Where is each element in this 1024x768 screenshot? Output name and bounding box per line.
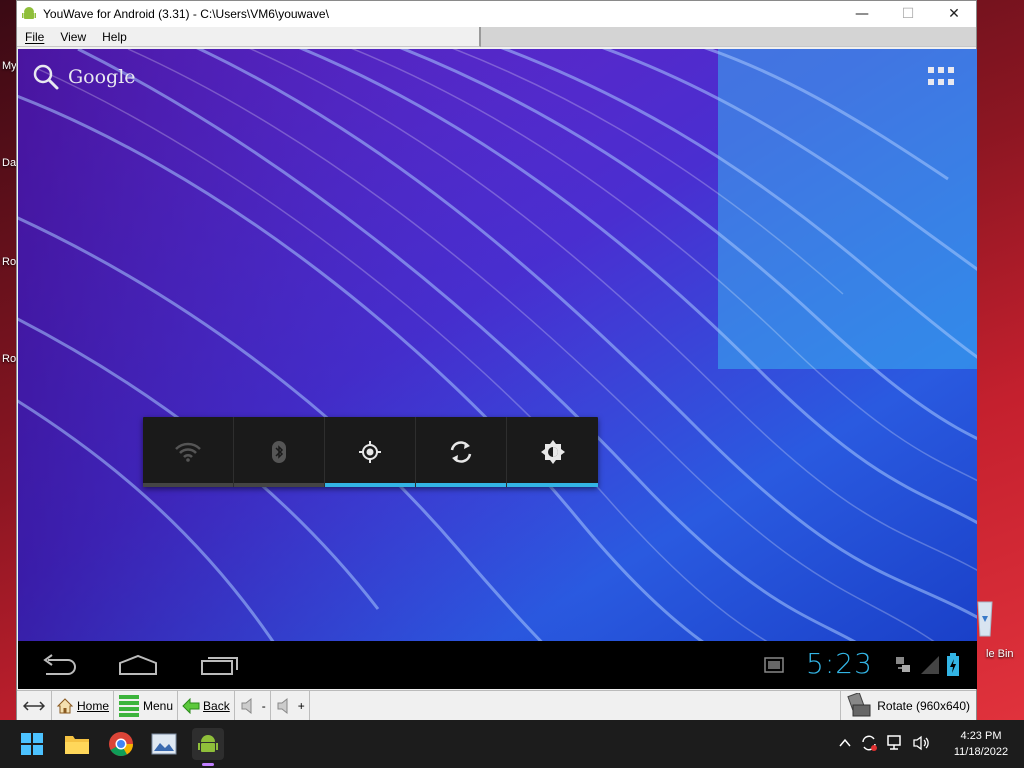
active-app-indicator bbox=[202, 763, 214, 766]
menu-button[interactable]: Menu bbox=[114, 690, 179, 721]
menu-items: File View Help bbox=[17, 27, 481, 47]
taskbar-time: 4:23 PM bbox=[960, 730, 1002, 742]
signal-strength-icon bbox=[921, 656, 939, 674]
google-search-label: Google bbox=[68, 66, 136, 88]
auto-rotate-toggle[interactable] bbox=[416, 417, 507, 487]
wallpaper bbox=[18, 49, 977, 641]
close-button[interactable]: ✕ bbox=[931, 1, 977, 27]
taskbar-clock[interactable]: 4:23 PM 11/18/2022 bbox=[944, 728, 1018, 760]
gps-toggle[interactable] bbox=[325, 417, 416, 487]
resize-arrows-icon bbox=[23, 700, 45, 711]
bluetooth-icon bbox=[272, 441, 286, 463]
maximize-button[interactable]: ☐ bbox=[885, 1, 931, 27]
chevron-up-icon[interactable] bbox=[838, 736, 852, 750]
start-button[interactable] bbox=[16, 728, 48, 760]
status-clock: 5:23 bbox=[806, 647, 873, 680]
quick-settings-widget bbox=[143, 417, 598, 487]
network-icon[interactable] bbox=[886, 734, 904, 752]
network-sync-icon bbox=[896, 657, 910, 672]
youwave-taskbar-button[interactable] bbox=[192, 728, 224, 766]
back-button-label: Back bbox=[203, 698, 230, 713]
android-app-icon bbox=[22, 7, 36, 19]
menu-button-label: Menu bbox=[143, 698, 174, 713]
home-button-label: Home bbox=[77, 698, 110, 713]
chrome-icon bbox=[109, 732, 133, 757]
rotate-button[interactable]: Rotate (960x640) bbox=[840, 691, 976, 721]
volume-icon[interactable] bbox=[912, 734, 930, 752]
menu-bar-filler bbox=[481, 27, 976, 47]
youwave-window: YouWave for Android (3.31) - C:\Users\VM… bbox=[16, 0, 977, 721]
title-bar[interactable]: YouWave for Android (3.31) - C:\Users\VM… bbox=[17, 1, 976, 27]
all-apps-icon[interactable] bbox=[928, 67, 954, 87]
home-icon bbox=[119, 654, 157, 675]
desktop-icon-label[interactable]: Ro bbox=[2, 256, 16, 268]
menu-view[interactable]: View bbox=[52, 30, 94, 44]
android-back-button[interactable] bbox=[36, 649, 80, 681]
android-screen[interactable]: Google 5:23 bbox=[18, 49, 977, 689]
home-icon bbox=[56, 697, 74, 713]
resize-button[interactable] bbox=[17, 690, 52, 721]
search-icon bbox=[33, 64, 59, 90]
recent-apps-icon bbox=[201, 657, 238, 675]
rotate-device-icon bbox=[847, 693, 871, 717]
picture-icon bbox=[151, 733, 177, 755]
wifi-state-bar bbox=[143, 483, 233, 487]
gps-icon bbox=[359, 441, 381, 463]
taskbar-date: 11/18/2022 bbox=[953, 746, 1009, 758]
emulator-toolbar: Home Menu Back - + Rotate (960x640) bbox=[17, 690, 976, 721]
windows-logo-icon bbox=[21, 733, 43, 755]
volume-down-button[interactable]: - bbox=[235, 690, 271, 721]
sync-rotate-icon bbox=[450, 441, 472, 463]
volume-down-label: - bbox=[261, 698, 266, 713]
home-button[interactable]: Home bbox=[52, 690, 115, 721]
photos-app-button[interactable] bbox=[148, 728, 180, 760]
brightness-icon bbox=[540, 440, 565, 464]
volume-up-button[interactable]: + bbox=[271, 690, 310, 721]
android-recents-button[interactable] bbox=[198, 649, 242, 681]
screenshot-notification-icon[interactable] bbox=[764, 657, 784, 673]
chrome-button[interactable] bbox=[105, 728, 137, 760]
auto-rotate-state-bar bbox=[416, 483, 506, 487]
system-tray bbox=[838, 734, 930, 752]
wifi-toggle[interactable] bbox=[143, 417, 234, 487]
desktop-icon-label[interactable]: Da bbox=[2, 157, 16, 169]
android-icon bbox=[198, 735, 218, 752]
back-arrow-icon bbox=[43, 654, 76, 675]
battery-charging-icon bbox=[947, 653, 959, 676]
desktop-icon-label[interactable]: Ro bbox=[2, 353, 16, 365]
desktop-icon-label[interactable]: My bbox=[2, 60, 17, 72]
back-button[interactable]: Back bbox=[178, 690, 235, 721]
menu-icon bbox=[119, 694, 140, 717]
speaker-icon bbox=[277, 697, 288, 714]
window-title: YouWave for Android (3.31) - C:\Users\VM… bbox=[43, 7, 329, 21]
speaker-icon bbox=[241, 697, 252, 714]
back-arrow-icon bbox=[182, 697, 200, 714]
gps-state-bar bbox=[325, 483, 415, 487]
file-explorer-button[interactable] bbox=[61, 728, 93, 760]
menu-help[interactable]: Help bbox=[94, 30, 135, 44]
wifi-icon bbox=[175, 442, 201, 462]
rotate-button-label: Rotate (960x640) bbox=[877, 699, 970, 713]
sync-icon[interactable] bbox=[860, 734, 878, 752]
android-home-button[interactable] bbox=[116, 649, 160, 681]
menu-file[interactable]: File bbox=[17, 30, 52, 44]
folder-icon bbox=[65, 736, 89, 754]
brightness-toggle[interactable] bbox=[507, 417, 598, 487]
recycle-bin-icon[interactable] bbox=[976, 598, 994, 638]
windows-taskbar: 4:23 PM 11/18/2022 bbox=[0, 720, 1024, 768]
android-navigation-bar: 5:23 bbox=[18, 641, 977, 689]
bluetooth-toggle[interactable] bbox=[234, 417, 325, 487]
recycle-bin-label[interactable]: le Bin bbox=[986, 648, 1014, 660]
google-search-bar[interactable]: Google bbox=[32, 63, 136, 91]
minimize-button[interactable]: — bbox=[839, 1, 885, 27]
bluetooth-state-bar bbox=[234, 483, 324, 487]
menu-bar: File View Help bbox=[17, 27, 976, 47]
brightness-state-bar bbox=[507, 483, 598, 487]
volume-up-label: + bbox=[297, 698, 305, 713]
